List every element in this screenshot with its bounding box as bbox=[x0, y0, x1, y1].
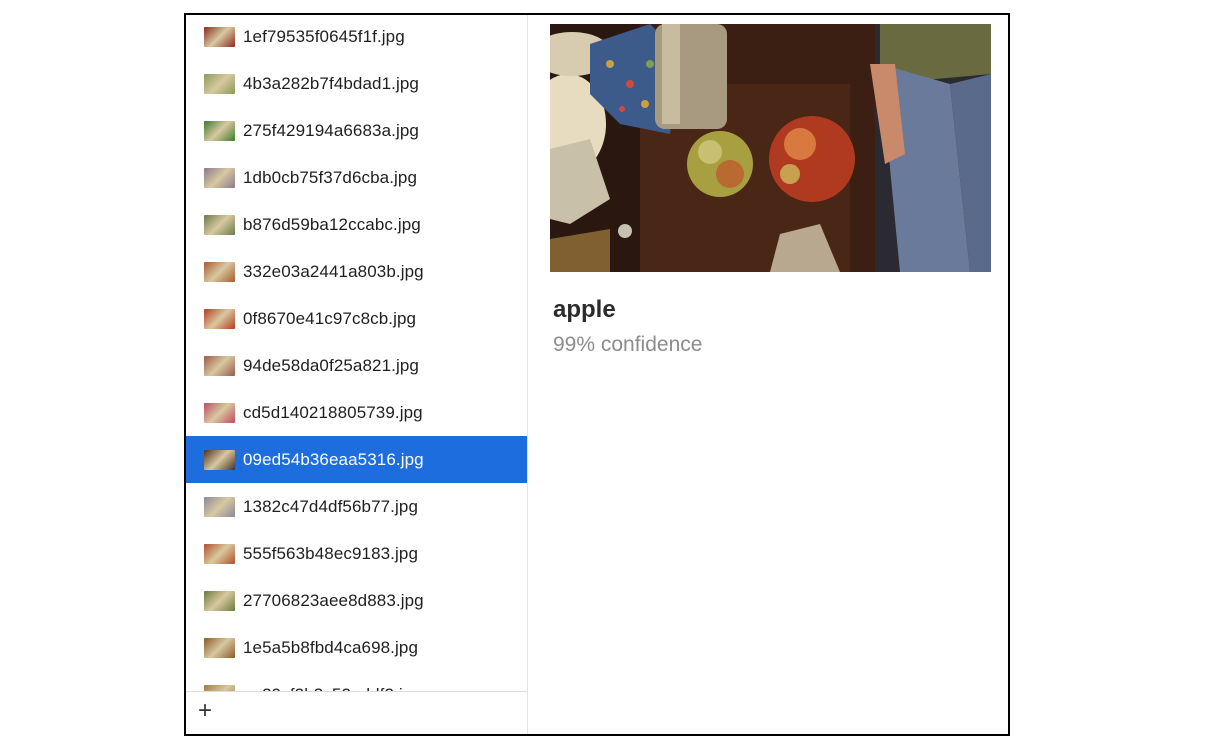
add-button[interactable]: + bbox=[194, 699, 216, 723]
file-list-item[interactable]: 332e03a2441a803b.jpg bbox=[186, 248, 527, 295]
file-thumbnail bbox=[204, 261, 235, 282]
sidebar: 1ef79535f0645f1f.jpg 4b3a282b7f4bdad1.jpg… bbox=[186, 15, 528, 734]
file-thumbnail bbox=[204, 402, 235, 423]
file-thumbnail bbox=[204, 308, 235, 329]
file-name: b876d59ba12ccabc.jpg bbox=[243, 214, 421, 234]
preview-image bbox=[550, 24, 991, 272]
file-name: 1382c47d4df56b77.jpg bbox=[243, 496, 418, 516]
file-thumbnail bbox=[204, 167, 235, 188]
file-thumbnail bbox=[204, 73, 235, 94]
file-name: 275f429194a6683a.jpg bbox=[243, 120, 419, 140]
file-name: 1ef79535f0645f1f.jpg bbox=[243, 26, 405, 46]
detail-pane: apple 99% confidence bbox=[528, 15, 1008, 734]
file-name: 27706823aee8d883.jpg bbox=[243, 590, 424, 610]
prediction-label: apple bbox=[553, 296, 616, 323]
sidebar-footer: + bbox=[186, 691, 527, 734]
file-list-item[interactable]: 555f563b48ec9183.jpg bbox=[186, 530, 527, 577]
file-name: 555f563b48ec9183.jpg bbox=[243, 543, 418, 563]
file-thumbnail bbox=[204, 449, 235, 470]
file-list[interactable]: 1ef79535f0645f1f.jpg 4b3a282b7f4bdad1.jpg… bbox=[186, 15, 527, 691]
file-name: cd5d140218805739.jpg bbox=[243, 402, 423, 422]
file-thumbnail bbox=[204, 214, 235, 235]
file-list-item[interactable]: cd5d140218805739.jpg bbox=[186, 389, 527, 436]
file-list-item[interactable]: 09ed54b36eaa5316.jpg bbox=[186, 436, 527, 483]
file-name: 4b3a282b7f4bdad1.jpg bbox=[243, 73, 419, 93]
file-thumbnail bbox=[204, 496, 235, 517]
file-thumbnail bbox=[204, 26, 235, 47]
file-thumbnail bbox=[204, 120, 235, 141]
file-list-item[interactable]: b876d59ba12ccabc.jpg bbox=[186, 201, 527, 248]
file-name: 1db0cb75f37d6cba.jpg bbox=[243, 167, 418, 187]
file-thumbnail bbox=[204, 355, 235, 376]
file-name: 09ed54b36eaa5316.jpg bbox=[243, 449, 424, 469]
file-list-item[interactable]: ee29cf2b3c52eddf2.jpg bbox=[186, 671, 527, 691]
preview-photo bbox=[550, 24, 991, 272]
file-list-item[interactable]: 94de58da0f25a821.jpg bbox=[186, 342, 527, 389]
file-list-item[interactable]: 275f429194a6683a.jpg bbox=[186, 107, 527, 154]
file-list-item[interactable]: 1e5a5b8fbd4ca698.jpg bbox=[186, 624, 527, 671]
file-list-item[interactable]: 4b3a282b7f4bdad1.jpg bbox=[186, 60, 527, 107]
file-thumbnail bbox=[204, 637, 235, 658]
file-name: 0f8670e41c97c8cb.jpg bbox=[243, 308, 417, 328]
file-list-item[interactable]: 0f8670e41c97c8cb.jpg bbox=[186, 295, 527, 342]
app-window: 1ef79535f0645f1f.jpg 4b3a282b7f4bdad1.jpg… bbox=[184, 13, 1010, 736]
file-name: 332e03a2441a803b.jpg bbox=[243, 261, 424, 281]
file-thumbnail bbox=[204, 543, 235, 564]
file-name: 94de58da0f25a821.jpg bbox=[243, 355, 419, 375]
prediction-confidence: 99% confidence bbox=[553, 333, 703, 356]
file-thumbnail bbox=[204, 590, 235, 611]
file-list-item[interactable]: 1382c47d4df56b77.jpg bbox=[186, 483, 527, 530]
file-list-item[interactable]: 1db0cb75f37d6cba.jpg bbox=[186, 154, 527, 201]
file-list-item[interactable]: 1ef79535f0645f1f.jpg bbox=[186, 15, 527, 60]
file-name: 1e5a5b8fbd4ca698.jpg bbox=[243, 637, 418, 657]
file-list-item[interactable]: 27706823aee8d883.jpg bbox=[186, 577, 527, 624]
